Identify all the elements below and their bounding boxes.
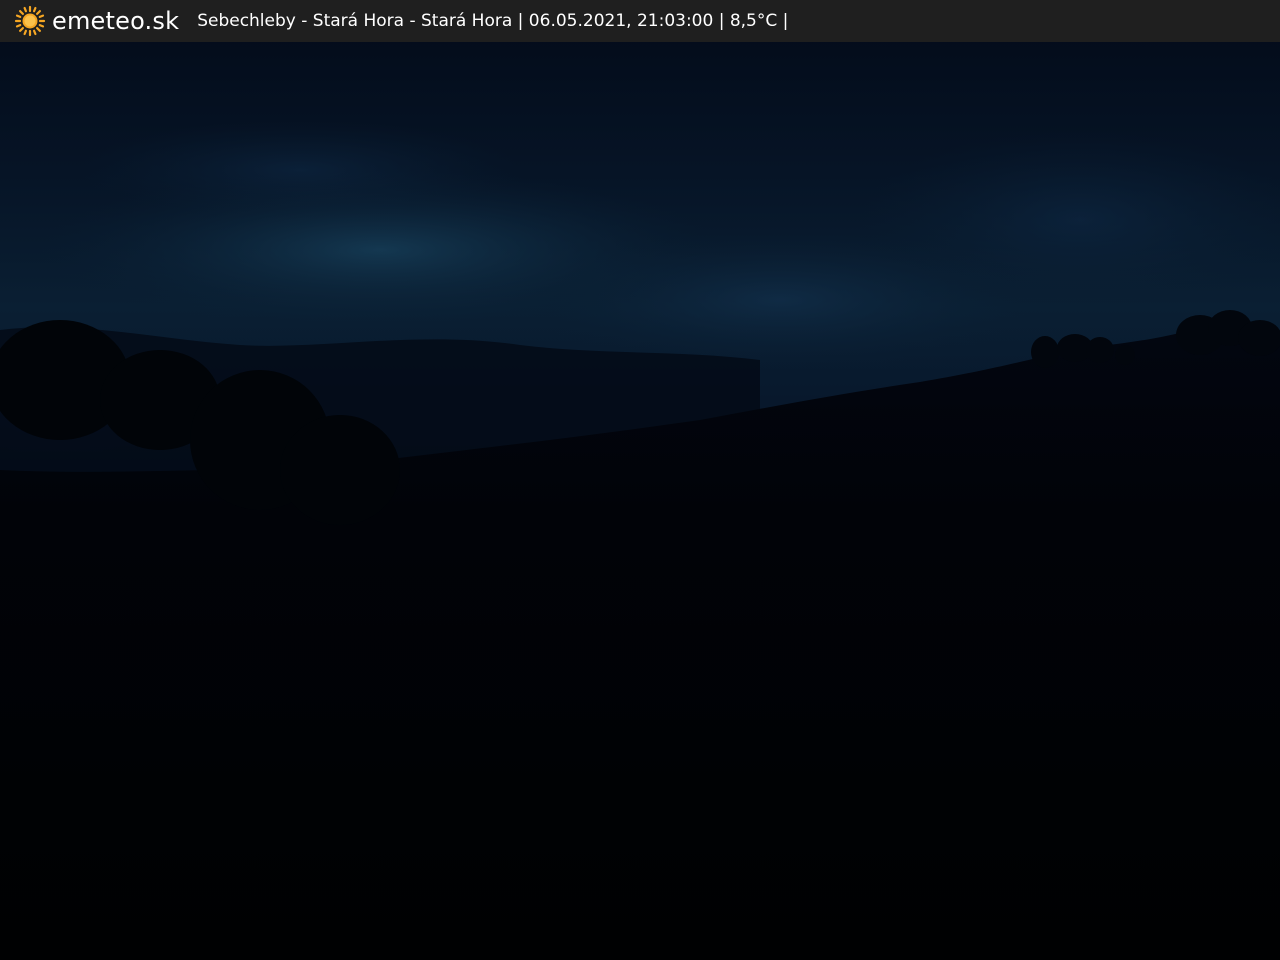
brand-name: emeteo.sk: [52, 7, 180, 35]
top-bar: emeteo.sk Sebechleby - Stará Hora - Star…: [0, 0, 1280, 42]
webcam-caption: Sebechleby - Stará Hora - Stará Hora | 0…: [197, 11, 789, 31]
sun-icon: [14, 5, 46, 37]
cloud-glow: [80, 120, 520, 220]
webcam-image: [0, 0, 1280, 960]
cloud-glow: [860, 130, 1280, 310]
webcam-frame: emeteo.sk Sebechleby - Stará Hora - Star…: [0, 0, 1280, 960]
logo[interactable]: emeteo.sk: [14, 0, 179, 42]
